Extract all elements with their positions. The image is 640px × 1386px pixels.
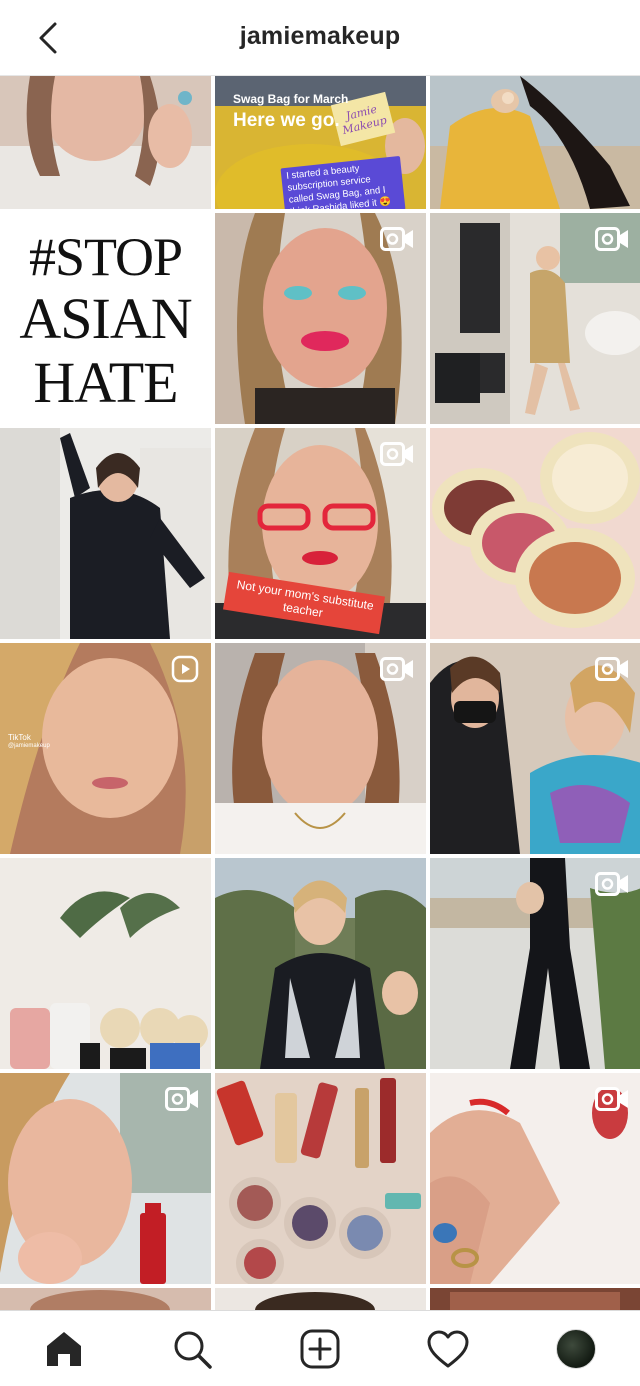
video-icon xyxy=(595,227,628,251)
post-image xyxy=(215,858,426,1069)
clip-icon xyxy=(171,655,199,683)
post-image xyxy=(215,1073,426,1284)
top-bar: jamiemakeup xyxy=(0,0,640,76)
tiktok-badge: TikTok xyxy=(8,733,31,742)
post-tile[interactable] xyxy=(215,1288,426,1310)
post-tile[interactable] xyxy=(0,1288,211,1310)
post-tile[interactable] xyxy=(430,213,640,424)
post-tile[interactable]: #STOP ASIAN HATE xyxy=(0,213,211,424)
post-tile[interactable]: Jamie Makeup Swag Bag for March Here we … xyxy=(215,76,426,209)
post-tile[interactable] xyxy=(430,428,640,639)
post-subtitle: Here we go. xyxy=(233,110,340,131)
new-post-icon xyxy=(300,1329,340,1369)
post-image xyxy=(0,76,211,209)
video-icon xyxy=(165,1087,198,1111)
nav-new-post[interactable] xyxy=(296,1327,344,1371)
post-tile[interactable] xyxy=(430,1073,640,1284)
heart-icon xyxy=(427,1330,469,1368)
nav-activity[interactable] xyxy=(424,1327,472,1371)
post-tile[interactable] xyxy=(0,858,211,1069)
posts-grid: Jamie Makeup Swag Bag for March Here we … xyxy=(0,76,640,1310)
nav-home[interactable] xyxy=(40,1327,88,1371)
home-icon xyxy=(47,1332,81,1366)
post-image xyxy=(430,1288,640,1310)
video-icon xyxy=(380,657,413,681)
post-tile[interactable]: Not your mom's substitute teacher xyxy=(215,428,426,639)
post-image xyxy=(0,428,211,639)
post-text-line: #STOP xyxy=(28,227,183,287)
post-image xyxy=(0,858,211,1069)
post-image xyxy=(430,428,640,639)
bottom-nav xyxy=(0,1310,640,1386)
post-tile[interactable] xyxy=(0,76,211,209)
post-tile[interactable] xyxy=(430,76,640,209)
post-image xyxy=(215,1288,426,1310)
post-text-line: HATE xyxy=(33,350,178,415)
post-tile[interactable] xyxy=(0,428,211,639)
post-text-line: ASIAN xyxy=(19,286,192,351)
search-icon xyxy=(174,1331,212,1369)
post-image xyxy=(0,1288,211,1310)
video-icon xyxy=(380,442,413,466)
video-icon xyxy=(380,227,413,251)
post-tile[interactable]: TikTok @jamiemakeup xyxy=(0,643,211,854)
post-tile[interactable] xyxy=(215,1073,426,1284)
post-tile[interactable] xyxy=(0,1073,211,1284)
post-tile[interactable] xyxy=(215,643,426,854)
post-title: Swag Bag for March xyxy=(233,92,349,106)
post-tile[interactable] xyxy=(430,643,640,854)
post-tile[interactable] xyxy=(215,858,426,1069)
tiktok-handle: @jamiemakeup xyxy=(8,743,50,749)
post-tile[interactable] xyxy=(430,858,640,1069)
nav-profile[interactable] xyxy=(552,1327,600,1371)
post-tile[interactable] xyxy=(215,213,426,424)
page-title: jamiemakeup xyxy=(239,22,401,50)
video-icon xyxy=(595,872,628,896)
nav-search[interactable] xyxy=(168,1327,216,1371)
profile-avatar xyxy=(556,1329,596,1369)
tiktok-watermark: TikTok @jamiemakeup xyxy=(8,733,50,751)
video-icon xyxy=(595,1087,628,1111)
post-image xyxy=(430,76,640,209)
post-tile[interactable] xyxy=(430,1288,640,1310)
video-icon xyxy=(595,657,628,681)
